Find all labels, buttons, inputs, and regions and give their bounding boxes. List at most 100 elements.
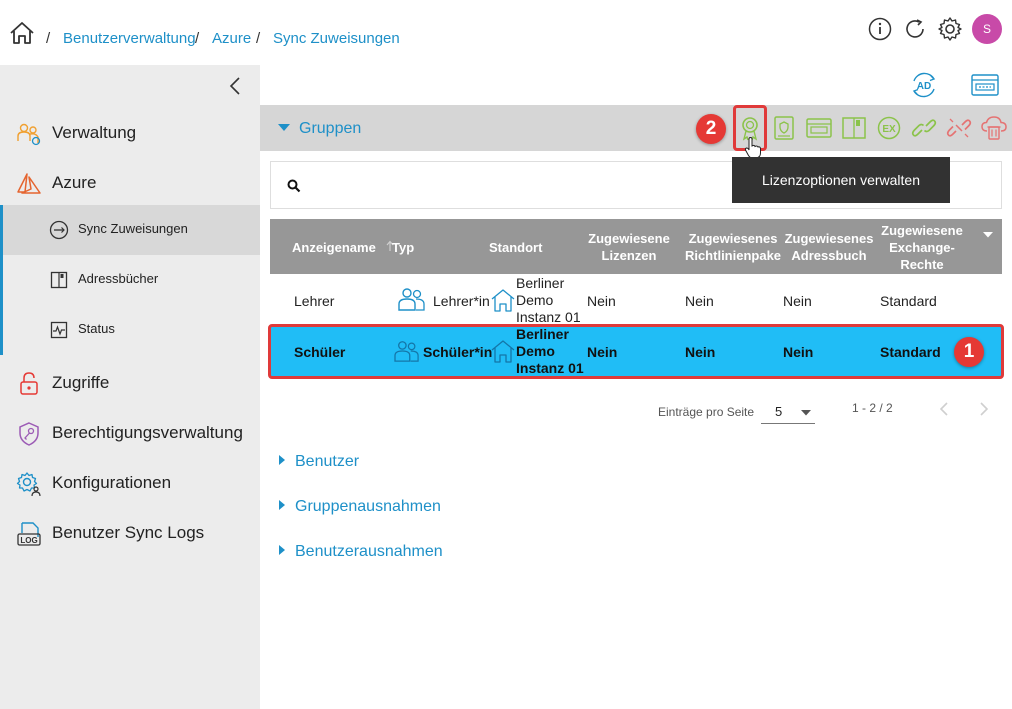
cell-richtlinienpaket: Nein — [685, 293, 714, 309]
breadcrumb-sync-zuweisungen[interactable]: Sync Zuweisungen — [273, 30, 400, 47]
column-header-adressbuch[interactable]: Zugewiesenes Adressbuch — [781, 230, 877, 264]
section-gruppenausnahmen[interactable]: Gruppenausnahmen — [279, 498, 441, 516]
breadcrumb-separator: / — [195, 30, 200, 47]
sidebar-item-label: Benutzer Sync Logs — [52, 523, 205, 542]
gear-people-icon — [16, 472, 41, 497]
column-header-lizenzen[interactable]: Zugewiesene Lizenzen — [581, 230, 677, 264]
chevron-down-icon — [801, 410, 811, 416]
people-icon — [17, 123, 41, 146]
sidebar-item-azure[interactable]: Azure — [0, 163, 260, 203]
search-input[interactable] — [311, 172, 711, 200]
section-title: Gruppenausnahmen — [295, 498, 441, 515]
book-icon[interactable] — [840, 114, 868, 142]
caret-right-icon — [279, 499, 285, 510]
sidebar-item-zugriffe[interactable]: Zugriffe — [0, 363, 260, 403]
home-icon[interactable] — [9, 21, 35, 45]
addressbook-icon — [50, 271, 68, 289]
annotation-badge-1: 1 — [954, 337, 984, 367]
svg-text:EX: EX — [882, 124, 896, 135]
cell-lizenzen: Nein — [587, 293, 616, 309]
log-icon: LOG — [17, 522, 41, 546]
sidebar-item-berechtigungsverwaltung[interactable]: Berechtigungsverwaltung — [0, 413, 260, 453]
sidebar-item-konfigurationen[interactable]: Konfigurationen — [0, 463, 260, 503]
cell-exchange-rechte: Standard — [880, 293, 937, 309]
status-icon — [50, 321, 68, 339]
link-icon[interactable] — [910, 114, 938, 142]
lock-icon — [20, 372, 38, 395]
breadcrumb-separator: / — [46, 30, 51, 47]
sidebar-item-benutzer-sync-logs[interactable]: LOG Benutzer Sync Logs — [0, 513, 260, 553]
azure-icon — [17, 173, 41, 194]
console-icon[interactable] — [970, 72, 1000, 98]
cell-anzeigename: Lehrer — [294, 293, 335, 309]
groups-title[interactable]: Gruppen — [299, 120, 361, 138]
section-benutzer[interactable]: Benutzer — [279, 453, 359, 471]
column-header-standort[interactable]: Standort — [489, 239, 542, 256]
section-title: Benutzerausnahmen — [295, 543, 443, 560]
table-header: Anzeigename Typ Standort Zugewiesene Liz… — [270, 219, 1002, 274]
unlink-icon[interactable] — [945, 114, 973, 142]
hand-cursor-icon — [744, 137, 761, 159]
sidebar-item-status[interactable]: Status — [3, 305, 260, 355]
shield-key-icon — [19, 422, 39, 446]
section-title: Benutzer — [295, 453, 360, 470]
sidebar-item-label: Status — [78, 321, 115, 336]
sidebar-item-label: Sync Zuweisungen — [78, 221, 188, 236]
column-header-typ[interactable]: Typ — [392, 239, 414, 256]
ad-sync-icon[interactable]: AD — [908, 71, 940, 99]
user-avatar[interactable]: S — [972, 14, 1002, 44]
standort-line: Berliner — [516, 275, 565, 291]
sync-icon — [49, 220, 69, 240]
svg-text:LOG: LOG — [20, 536, 37, 545]
sidebar: Verwaltung Azure Sync Zuweisungen Adress… — [0, 65, 260, 709]
sidebar-item-verwaltung[interactable]: Verwaltung — [0, 113, 260, 153]
page-size-select[interactable]: 5 — [761, 400, 815, 424]
sidebar-item-label: Verwaltung — [52, 123, 137, 142]
groups-header[interactable]: Gruppen 2 EX — [260, 105, 1012, 159]
column-header-exchange-rechte[interactable]: Zugewiesene Exchange- Rechte — [874, 222, 970, 273]
page-range: 1 - 2 / 2 — [852, 401, 893, 415]
sidebar-item-label: Zugriffe — [52, 373, 110, 392]
column-header-anzeigename[interactable]: Anzeigename — [292, 239, 376, 256]
refresh-icon[interactable] — [903, 17, 927, 41]
cell-adressbuch: Nein — [783, 293, 812, 309]
group-users-icon — [398, 288, 425, 311]
page-size-label: Einträge pro Seite — [658, 405, 755, 419]
collapse-sidebar-icon[interactable] — [228, 76, 242, 96]
search-icon — [287, 179, 301, 193]
breadcrumb-benutzerverwaltung[interactable]: Benutzerverwaltung — [63, 30, 196, 47]
breadcrumb-azure[interactable]: Azure — [212, 30, 251, 47]
info-icon[interactable] — [868, 17, 892, 41]
addressbook-grid-icon[interactable] — [805, 114, 833, 142]
exchange-icon[interactable]: EX — [875, 114, 903, 142]
cloud-delete-icon[interactable] — [980, 114, 1008, 142]
policy-icon[interactable] — [770, 114, 798, 142]
sidebar-item-label: Azure — [52, 173, 97, 192]
column-header-richtlinienpaket[interactable]: Zugewiesenes Richtlinienpake — [683, 230, 783, 264]
sidebar-item-label: Adressbücher — [78, 271, 159, 286]
column-menu-caret-icon[interactable] — [983, 232, 993, 238]
cell-standort: Berliner Demo Instanz 01 — [516, 275, 581, 326]
svg-text:AD: AD — [917, 81, 931, 92]
section-benutzerausnahmen[interactable]: Benutzerausnahmen — [279, 543, 443, 561]
sidebar-item-label: Konfigurationen — [52, 473, 172, 492]
sidebar-item-adressbuecher[interactable]: Adressbücher — [3, 255, 260, 305]
settings-icon[interactable] — [937, 16, 963, 42]
next-page-icon[interactable] — [978, 401, 990, 417]
top-bar: / Benutzerverwaltung / Azure / Sync Zuwe… — [0, 0, 1012, 65]
annotation-badge-2: 2 — [696, 114, 726, 144]
sidebar-item-sync-zuweisungen[interactable]: Sync Zuweisungen — [3, 205, 260, 255]
cell-typ: Lehrer*in — [433, 293, 490, 309]
main-toolbar: AD — [260, 65, 1012, 105]
table-row[interactable]: Lehrer Lehrer*in Berliner Demo Instanz 0… — [270, 275, 1002, 326]
prev-page-icon[interactable] — [938, 401, 950, 417]
caret-right-icon — [279, 454, 285, 465]
sidebar-item-label: Berechtigungsverwaltung — [52, 423, 243, 442]
location-home-icon — [491, 289, 515, 312]
caret-down-icon[interactable] — [278, 124, 290, 132]
highlight-selected-row — [268, 324, 1004, 379]
caret-right-icon — [279, 544, 285, 555]
page-size-value: 5 — [775, 404, 783, 419]
standort-line: Demo — [516, 292, 554, 308]
tooltip-license-options: Lizenzoptionen verwalten — [732, 157, 950, 203]
